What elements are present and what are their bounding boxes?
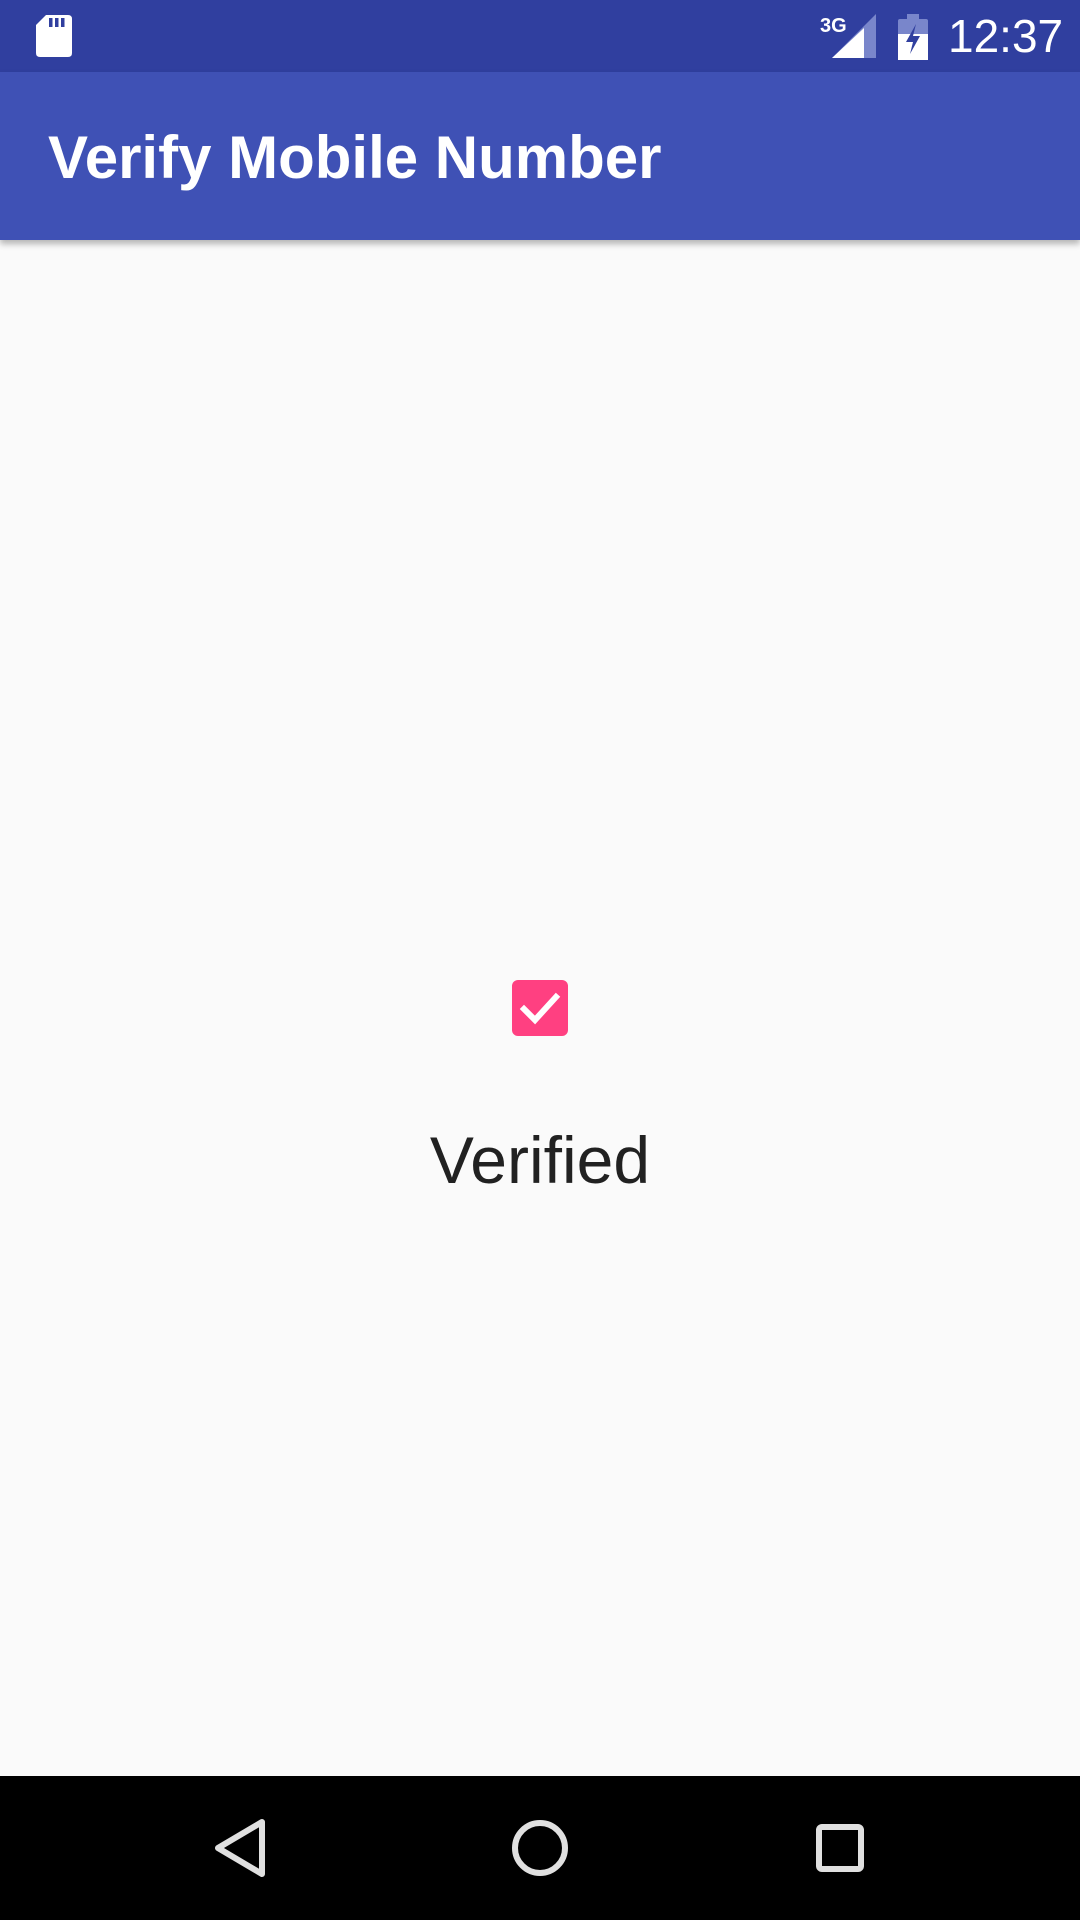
status-bar: 3G 12:37 bbox=[0, 0, 1080, 72]
screen: 3G 12:37 Verify Mobile Number Verified bbox=[0, 0, 1080, 1920]
recents-button[interactable] bbox=[790, 1798, 890, 1898]
network-type-label: 3G bbox=[820, 15, 847, 37]
verification-status-text: Verified bbox=[429, 1123, 651, 1197]
app-bar: Verify Mobile Number bbox=[0, 72, 1080, 240]
verified-checkbox[interactable] bbox=[512, 980, 568, 1036]
signal-icon: 3G bbox=[820, 14, 876, 58]
status-time: 12:37 bbox=[948, 10, 1064, 62]
recents-icon bbox=[816, 1824, 864, 1872]
back-button[interactable] bbox=[190, 1798, 290, 1898]
navigation-bar bbox=[0, 1776, 1080, 1920]
home-button[interactable] bbox=[490, 1798, 590, 1898]
sd-card-icon bbox=[36, 15, 72, 57]
home-icon bbox=[512, 1820, 568, 1876]
battery-charging-icon bbox=[898, 14, 928, 60]
main-content: Verified bbox=[0, 240, 1080, 1776]
check-icon bbox=[519, 992, 561, 1025]
app-title: Verify Mobile Number bbox=[48, 124, 662, 191]
back-icon bbox=[215, 1819, 265, 1877]
